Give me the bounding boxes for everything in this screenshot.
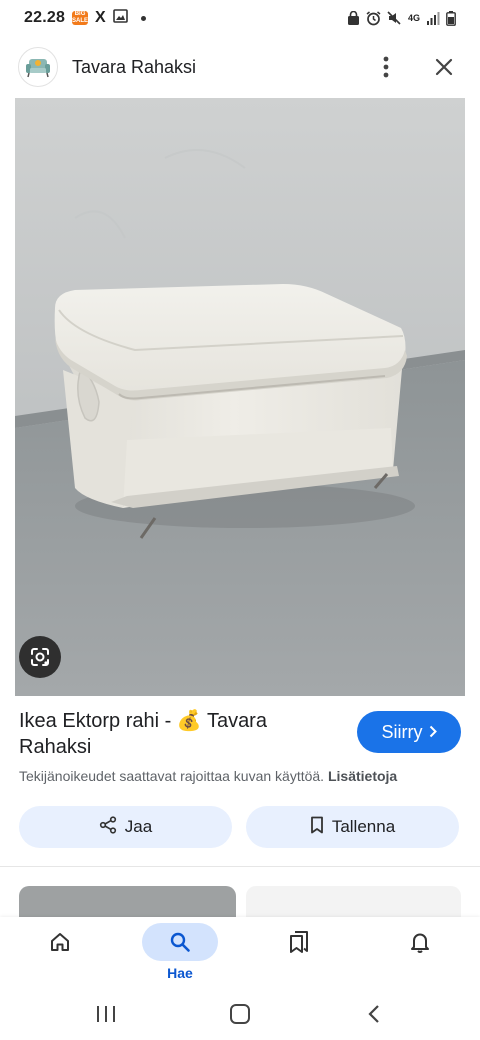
nav-search-label: Hae <box>167 965 193 981</box>
home-icon <box>22 923 98 961</box>
notification-dot-icon <box>140 15 146 21</box>
nav-search[interactable]: Hae <box>140 917 220 989</box>
system-nav <box>0 989 480 1040</box>
share-label: Jaa <box>124 817 153 836</box>
mute-icon <box>387 11 402 25</box>
site-name[interactable]: Tavara Rahaksi <box>72 57 196 78</box>
alarm-icon <box>366 10 381 26</box>
status-right: 4G <box>347 10 456 26</box>
share-icon <box>99 815 117 839</box>
source-header: Tavara Rahaksi <box>0 36 480 98</box>
gallery-icon <box>112 8 128 28</box>
result-title[interactable]: Ikea Ektorp rahi - 💰 Tavara Rahaksi <box>19 708 329 760</box>
x-app-icon: X <box>95 9 106 26</box>
chevron-right-icon <box>429 722 437 743</box>
nav-home[interactable] <box>20 917 100 989</box>
save-label: Tallenna <box>331 817 396 836</box>
product-image[interactable] <box>15 98 465 696</box>
visit-button-label: Siirry <box>381 721 423 742</box>
search-icon <box>142 923 218 961</box>
status-bar: 22.28 BIG SALE X 4G <box>0 0 480 36</box>
back-icon[interactable] <box>356 999 392 1029</box>
google-lens-icon[interactable] <box>19 636 61 678</box>
divider <box>0 866 480 867</box>
visit-button[interactable]: Siirry <box>357 711 461 753</box>
ottoman-photo <box>15 98 465 696</box>
battery-icon <box>446 10 456 26</box>
armchair-logo-icon[interactable] <box>18 47 58 87</box>
network-type-label: 4G <box>407 13 420 23</box>
save-button[interactable]: Tallenna <box>246 806 459 848</box>
bookmark-icon <box>310 816 324 839</box>
nav-notifications[interactable] <box>380 917 460 989</box>
recents-icon[interactable] <box>88 999 124 1029</box>
result-title-row: Ikea Ektorp rahi - 💰 Tavara Rahaksi Siir… <box>19 708 461 760</box>
more-vert-icon[interactable] <box>372 53 400 81</box>
header-actions <box>372 53 462 81</box>
sale-app-icon: BIG SALE <box>72 11 89 25</box>
signal-icon <box>426 11 440 25</box>
bottom-nav: Hae <box>0 917 480 989</box>
copyright-text: Tekijänoikeudet saattavat rajoittaa kuva… <box>19 768 325 784</box>
status-time: 22.28 <box>24 9 66 26</box>
system-home-icon[interactable] <box>222 999 258 1029</box>
close-icon[interactable] <box>430 53 458 81</box>
lock-icon <box>347 11 360 25</box>
nav-saved[interactable] <box>259 917 339 989</box>
collections-icon <box>261 923 337 961</box>
share-button[interactable]: Jaa <box>19 806 232 848</box>
more-info-link[interactable]: Lisätietoja <box>328 768 397 784</box>
bell-icon <box>382 923 458 961</box>
copyright-notice: Tekijänoikeudet saattavat rajoittaa kuva… <box>19 768 397 784</box>
status-left: 22.28 BIG SALE X <box>24 8 146 28</box>
